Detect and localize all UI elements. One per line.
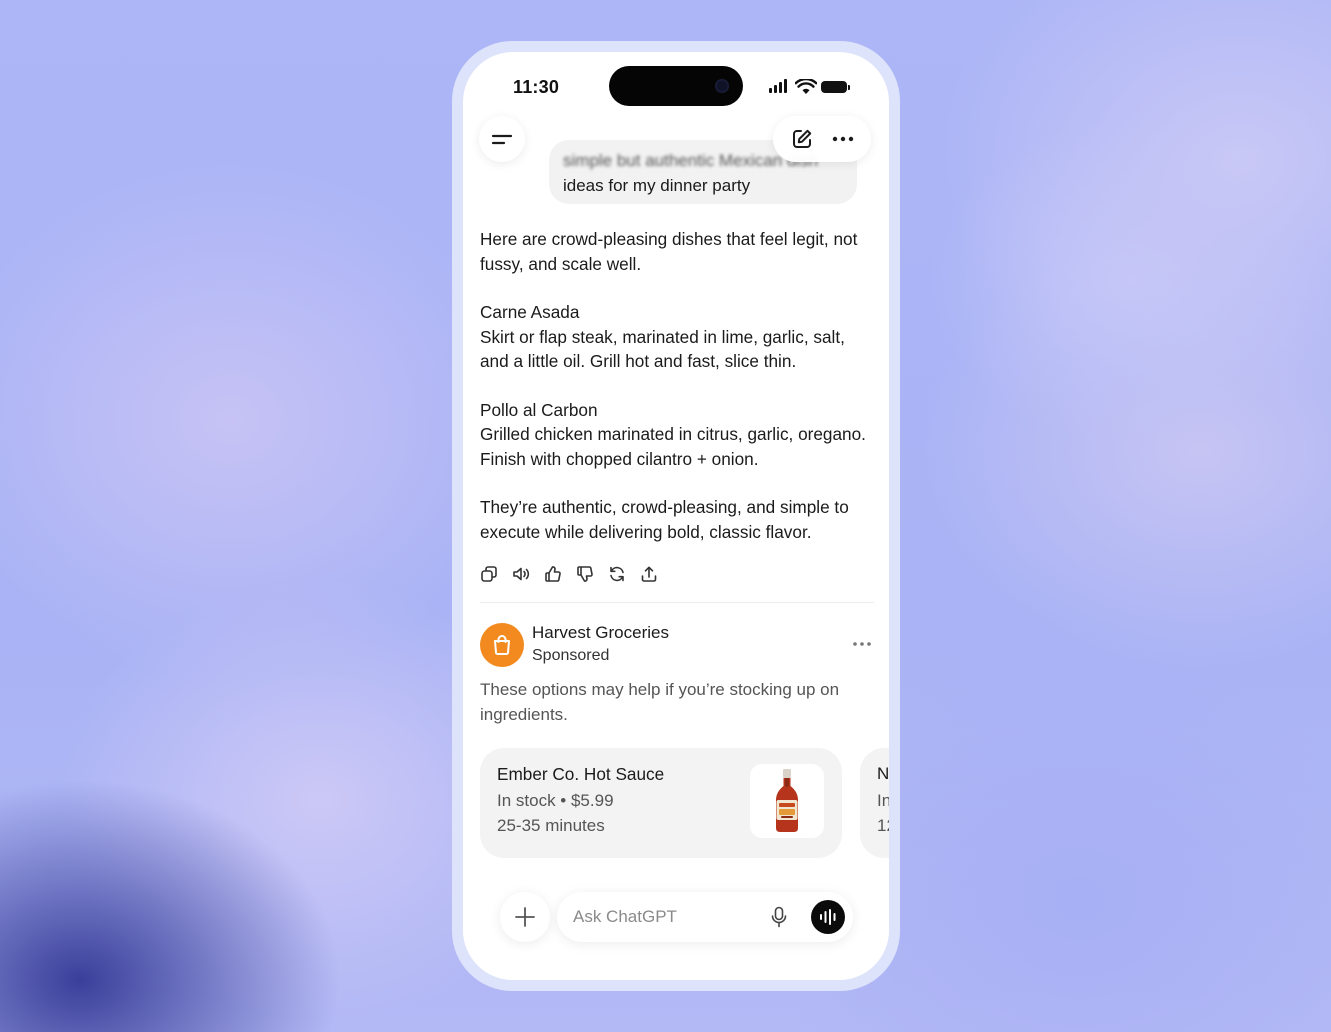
message-input[interactable] [573, 904, 753, 930]
sponsored-label: Sponsored [532, 647, 610, 664]
product-card[interactable]: N In 12 [860, 748, 889, 858]
dynamic-island [609, 66, 743, 106]
top-actions [773, 116, 871, 162]
dish-item: Pollo al Carbon Grilled chicken marinate… [480, 398, 874, 472]
wifi-icon [795, 79, 817, 94]
status-icons [769, 79, 855, 95]
camera-icon [715, 79, 729, 93]
more-icon [832, 136, 853, 142]
product-delivery-time: 25-35 minutes [497, 816, 605, 835]
status-bar: 11:30 [463, 52, 889, 112]
microphone-icon [771, 906, 787, 928]
sponsor-name[interactable]: Harvest Groceries [532, 623, 669, 643]
dish-description: Skirt or flap steak, marinated in lime, … [480, 326, 845, 372]
more-options-button[interactable] [826, 122, 860, 156]
product-stock-price: In stock • $5.99 [497, 791, 614, 810]
signal-icon [774, 85, 777, 93]
signal-icon [769, 88, 772, 93]
product-name: Ember Co. Hot Sauce [497, 764, 665, 784]
status-time: 11:30 [513, 77, 560, 97]
thumbs-down-icon[interactable] [576, 565, 594, 583]
sponsor-more-button[interactable] [850, 634, 874, 654]
regenerate-icon[interactable] [608, 565, 626, 583]
menu-icon [491, 134, 513, 145]
reply-intro: Here are crowd-pleasing dishes that feel… [480, 229, 858, 274]
read-aloud-icon[interactable] [512, 565, 530, 583]
signal-icon [779, 82, 782, 93]
message-actions [480, 564, 658, 584]
message-input-container [557, 892, 853, 942]
product-name: N [877, 764, 889, 783]
share-icon[interactable] [640, 565, 658, 583]
divider [480, 602, 874, 603]
more-icon [853, 642, 871, 646]
new-chat-button[interactable] [785, 122, 819, 156]
dish-description: Grilled chicken marinated in citrus, gar… [480, 424, 866, 469]
hot-sauce-bottle-icon [776, 769, 798, 832]
battery-icon [821, 81, 847, 93]
sponsor-logo[interactable] [480, 623, 524, 667]
thumbs-up-icon[interactable] [544, 565, 562, 583]
phone-screen: 11:30 simple but authentic Mexican dish … [463, 52, 889, 980]
voice-waveform-icon [820, 909, 836, 925]
product-image [750, 764, 824, 838]
edit-icon [792, 129, 811, 148]
dictate-button[interactable] [767, 905, 791, 929]
add-attachment-button[interactable] [500, 892, 550, 942]
copy-icon[interactable] [480, 565, 498, 583]
composer [463, 878, 889, 980]
sponsor-description: These options may help if you’re stockin… [480, 680, 840, 724]
sponsor-header: Harvest Groceries Sponsored [480, 622, 874, 668]
dish-name: Carne Asada [480, 302, 580, 322]
menu-button[interactable] [479, 116, 525, 162]
dish-name: Pollo al Carbon [480, 399, 598, 420]
product-card[interactable]: Ember Co. Hot Sauce In stock • $5.99 25-… [480, 748, 842, 858]
voice-mode-button[interactable] [811, 900, 845, 934]
assistant-reply: Here are crowd-pleasing dishes that feel… [480, 227, 874, 568]
signal-icon [784, 79, 787, 93]
battery-tip [848, 85, 850, 90]
plus-icon [515, 907, 535, 927]
shopping-bag-icon [494, 635, 510, 655]
dish-item: Carne Asada Skirt or flap steak, marinat… [480, 300, 874, 374]
product-delivery-time: 12 [877, 816, 889, 835]
reply-outro: They’re authentic, crowd-pleasing, and s… [480, 497, 849, 542]
user-message-line: ideas for my dinner party [563, 176, 751, 195]
product-stock-price: In [877, 791, 889, 810]
